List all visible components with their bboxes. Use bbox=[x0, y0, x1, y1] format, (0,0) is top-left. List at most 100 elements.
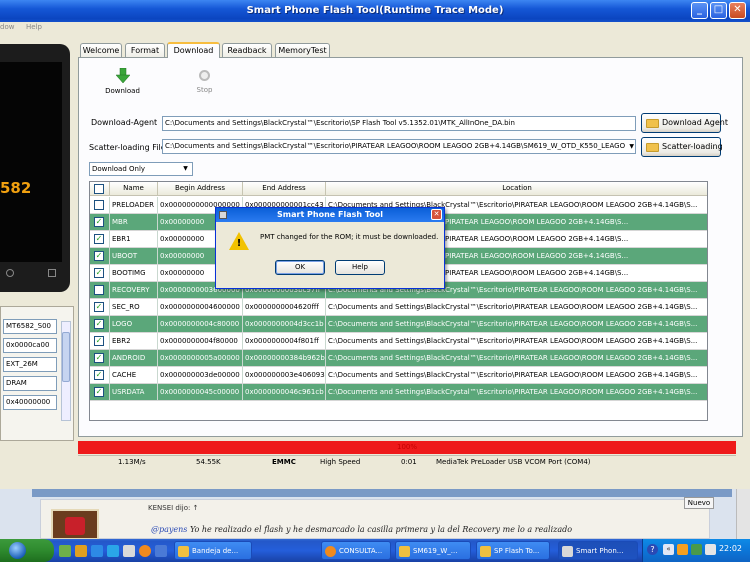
download-mode-select[interactable]: Download Only ▼ bbox=[89, 162, 193, 176]
row-checkbox[interactable] bbox=[94, 285, 104, 295]
task-consulta[interactable]: CONSULTA... bbox=[321, 541, 391, 560]
dialog-title-bar[interactable]: Smart Phone Flash Tool ✕ bbox=[216, 208, 444, 222]
forum-header-bar bbox=[32, 489, 732, 497]
clock: 22:02 bbox=[718, 544, 742, 553]
menu-bar: dow Help bbox=[0, 22, 750, 34]
chevron-down-icon: ▼ bbox=[183, 165, 188, 172]
quicklaunch-icon[interactable] bbox=[155, 545, 167, 557]
phone-chip-number: 582 bbox=[0, 179, 32, 197]
row-checkbox[interactable]: ✓ bbox=[94, 353, 104, 363]
cell-location: C:\Documents and Settings\BlackCrystal™\… bbox=[326, 367, 707, 383]
cell-name: LOGO bbox=[110, 316, 158, 332]
table-row[interactable]: ✓ EBR2 0x0000000004f80000 0x0000000004f801f… bbox=[90, 333, 707, 350]
dialog-close-button[interactable]: ✕ bbox=[431, 209, 442, 220]
scatter-select[interactable]: C:\Documents and Settings\BlackCrystal™\… bbox=[162, 139, 636, 154]
cell-begin-address: 0x0000000004c80000 bbox=[158, 316, 243, 332]
cell-name: PRELOADER bbox=[110, 197, 158, 213]
device-info-panel: MT6582_S00 0x0000ca00 EXT_26M DRAM 0x400… bbox=[0, 306, 74, 441]
tab-readback[interactable]: Readback bbox=[222, 43, 272, 58]
network-icon[interactable] bbox=[691, 544, 702, 555]
cell-name: SEC_RO bbox=[110, 299, 158, 315]
row-checkbox[interactable]: ✓ bbox=[94, 336, 104, 346]
quicklaunch-icon[interactable] bbox=[107, 545, 119, 557]
download-tool-button[interactable]: Download bbox=[100, 68, 145, 95]
row-checkbox[interactable] bbox=[94, 200, 104, 210]
download-tool-label: Download bbox=[105, 87, 140, 95]
quicklaunch-icon[interactable] bbox=[123, 545, 135, 557]
row-checkbox[interactable]: ✓ bbox=[94, 251, 104, 261]
tab-format[interactable]: Format bbox=[125, 43, 165, 58]
cell-checkbox: ✓ bbox=[90, 316, 110, 332]
browser-scrollbar[interactable] bbox=[736, 489, 750, 539]
download-agent-button[interactable]: Download Agent bbox=[641, 113, 728, 133]
start-button[interactable] bbox=[0, 539, 54, 562]
dialog-message: PMT changed for the ROM; it must be down… bbox=[260, 233, 439, 241]
table-row[interactable]: ✓ SEC_RO 0x0000000004600000 0x0000000004620… bbox=[90, 299, 707, 316]
header-location[interactable]: Location bbox=[326, 182, 707, 196]
menu-help[interactable]: Help bbox=[26, 23, 42, 31]
table-row[interactable]: ✓ ANDROID 0x0000000005a00000 0x00000000384b… bbox=[90, 350, 707, 367]
row-checkbox[interactable]: ✓ bbox=[94, 217, 104, 227]
header-begin-address[interactable]: Begin Address bbox=[158, 182, 243, 196]
nuevo-button[interactable]: Nuevo bbox=[684, 497, 714, 509]
chevron-left-icon[interactable]: « bbox=[663, 544, 674, 555]
cell-location: C:\Documents and Settings\BlackCrystal™\… bbox=[326, 384, 707, 400]
download-agent-input[interactable]: C:\Documents and Settings\BlackCrystal™\… bbox=[162, 116, 636, 131]
stop-tool-button[interactable]: Stop bbox=[187, 70, 222, 94]
row-checkbox[interactable]: ✓ bbox=[94, 387, 104, 397]
tab-download[interactable]: Download bbox=[167, 42, 220, 58]
cell-begin-address: 0x0000000004600000 bbox=[158, 299, 243, 315]
scatter-loading-button[interactable]: Scatter-loading bbox=[641, 137, 723, 157]
firefox-icon[interactable] bbox=[139, 545, 151, 557]
tab-welcome[interactable]: Welcome bbox=[80, 43, 122, 58]
info-version: 0x0000ca00 bbox=[3, 338, 57, 353]
task-bandeja[interactable]: Bandeja de... bbox=[174, 541, 252, 560]
task-smart-phone-flash-tool[interactable]: Smart Phon... bbox=[558, 541, 638, 560]
tray-app-icon[interactable] bbox=[677, 544, 688, 555]
volume-icon[interactable] bbox=[705, 544, 716, 555]
quicklaunch-icon[interactable] bbox=[59, 545, 71, 557]
title-bar[interactable]: Smart Phone Flash Tool(Runtime Trace Mod… bbox=[0, 0, 750, 22]
cell-name: BOOTIMG bbox=[110, 265, 158, 281]
row-checkbox[interactable]: ✓ bbox=[94, 370, 104, 380]
header-name[interactable]: Name bbox=[110, 182, 158, 196]
post-author[interactable]: KENSEI dijo: ↑ bbox=[148, 504, 198, 512]
cell-begin-address: 0x0000000045c00000 bbox=[158, 384, 243, 400]
minimize-button[interactable]: _ bbox=[691, 2, 708, 19]
cell-end-address: 0x0000000004d3cc1b bbox=[243, 316, 326, 332]
firefox-icon bbox=[325, 546, 336, 557]
ie-icon[interactable] bbox=[91, 545, 103, 557]
post-mention[interactable]: @payens bbox=[151, 525, 187, 534]
cell-checkbox: ✓ bbox=[90, 231, 110, 247]
status-port: MediaTek PreLoader USB VCOM Port (COM4) bbox=[436, 458, 591, 466]
task-sm619[interactable]: SM619_W_... bbox=[395, 541, 471, 560]
folder-icon bbox=[399, 546, 410, 557]
cell-begin-address: 0x0000000005a00000 bbox=[158, 350, 243, 366]
menu-window[interactable]: dow bbox=[0, 23, 14, 31]
post-body: Yo he realizado el flash y he desmarcado… bbox=[187, 525, 573, 534]
table-row[interactable]: ✓ USRDATA 0x0000000045c00000 0x0000000046c9… bbox=[90, 384, 707, 401]
cell-end-address: 0x0000000004f801ff bbox=[243, 333, 326, 349]
avatar[interactable] bbox=[51, 509, 99, 540]
download-progress-bar: 100% bbox=[78, 441, 736, 454]
help-icon[interactable]: ? bbox=[647, 544, 658, 555]
row-checkbox[interactable]: ✓ bbox=[94, 319, 104, 329]
quicklaunch-icon[interactable] bbox=[75, 545, 87, 557]
select-all-checkbox[interactable] bbox=[94, 184, 104, 194]
row-checkbox[interactable]: ✓ bbox=[94, 302, 104, 312]
maximize-button[interactable]: □ bbox=[710, 2, 727, 19]
tab-memorytest[interactable]: MemoryTest bbox=[275, 43, 330, 58]
row-checkbox[interactable]: ✓ bbox=[94, 268, 104, 278]
info-scrollbar[interactable] bbox=[61, 321, 71, 421]
progress-percent: 100% bbox=[396, 443, 417, 451]
ok-button[interactable]: OK bbox=[275, 260, 325, 275]
status-bar: 1.13M/s 54.55K EMMC High Speed 0:01 Medi… bbox=[78, 455, 736, 469]
cell-checkbox: ✓ bbox=[90, 214, 110, 230]
header-end-address[interactable]: End Address bbox=[243, 182, 326, 196]
close-button[interactable]: ✕ bbox=[729, 2, 746, 19]
table-row[interactable]: ✓ LOGO 0x0000000004c80000 0x0000000004d3cc1… bbox=[90, 316, 707, 333]
help-button[interactable]: Help bbox=[335, 260, 385, 275]
task-sp-flash-tool[interactable]: SP Flash To... bbox=[476, 541, 550, 560]
row-checkbox[interactable]: ✓ bbox=[94, 234, 104, 244]
table-row[interactable]: ✓ CACHE 0x000000003de00000 0x000000003e4060… bbox=[90, 367, 707, 384]
